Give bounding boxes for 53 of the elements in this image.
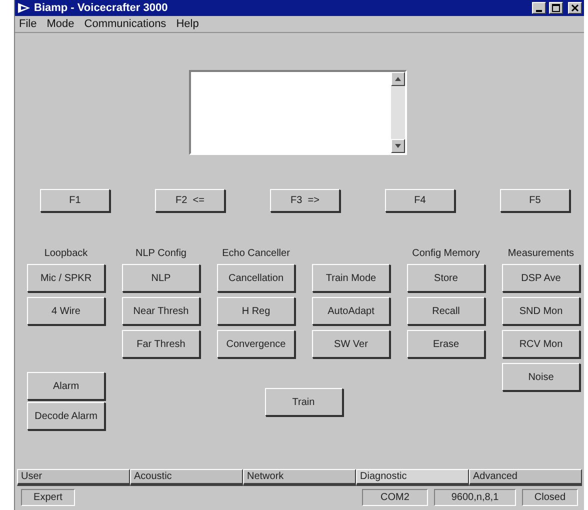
action-button[interactable]: Train Mode xyxy=(312,264,390,292)
menu-item[interactable]: Communications xyxy=(84,18,166,30)
tab[interactable]: Advanced xyxy=(469,469,582,486)
action-button[interactable]: Noise xyxy=(502,363,580,391)
window-title: Biamp - Voicecrafter 3000 xyxy=(34,2,169,14)
function-key-button[interactable]: F2 <= xyxy=(155,189,225,212)
function-key-button[interactable]: F1 xyxy=(40,189,110,212)
action-button[interactable]: AutoAdapt xyxy=(312,297,390,325)
function-key-button[interactable]: F4 xyxy=(385,189,455,212)
train-button[interactable]: Train xyxy=(264,388,342,416)
action-button[interactable]: SND Mon xyxy=(502,297,580,325)
action-button[interactable]: RCV Mon xyxy=(502,330,580,358)
group-label: Measurements xyxy=(506,248,576,259)
action-button[interactable]: Recall xyxy=(407,297,485,325)
action-button[interactable]: Convergence xyxy=(217,330,295,358)
scroll-down-icon[interactable] xyxy=(394,144,400,148)
function-key-button[interactable]: F3 => xyxy=(270,189,340,212)
port-status: COM2 xyxy=(362,489,428,506)
alarm-button[interactable]: Decode Alarm xyxy=(27,402,105,430)
tab[interactable]: User xyxy=(17,469,130,486)
scroll-up-icon[interactable] xyxy=(394,77,400,81)
scrollbar[interactable] xyxy=(390,72,404,153)
action-button[interactable]: SW Ver xyxy=(312,330,390,358)
menu-item[interactable]: File xyxy=(19,18,37,30)
connection-status: Closed xyxy=(522,489,578,506)
maximize-icon xyxy=(552,4,560,12)
minimize-button[interactable] xyxy=(532,2,546,14)
settings-status: 9600,n,8,1 xyxy=(434,489,516,506)
maximize-button[interactable] xyxy=(549,2,563,14)
function-key-button[interactable]: F5 xyxy=(500,189,570,212)
menu-item[interactable]: Help xyxy=(176,18,199,30)
tab[interactable]: Diagnostic xyxy=(356,469,469,486)
group-label: Config Memory xyxy=(411,248,481,259)
group-label: Loopback xyxy=(43,248,89,259)
action-button[interactable]: NLP xyxy=(122,264,200,292)
action-button[interactable]: DSP Ave xyxy=(502,264,580,292)
group-label: NLP Config xyxy=(134,248,188,259)
action-button[interactable]: Far Thresh xyxy=(122,330,200,358)
action-button[interactable]: H Reg xyxy=(217,297,295,325)
action-button[interactable]: Erase xyxy=(407,330,485,358)
menu-item[interactable]: Mode xyxy=(46,18,74,30)
action-button[interactable]: Cancellation xyxy=(217,264,295,292)
action-button[interactable]: Store xyxy=(407,264,485,292)
action-button[interactable]: 4 Wire xyxy=(27,297,105,325)
action-button[interactable]: Near Thresh xyxy=(122,297,200,325)
close-button[interactable] xyxy=(568,2,582,14)
close-icon xyxy=(571,4,579,12)
tab[interactable]: Acoustic xyxy=(130,469,243,486)
group-label: Echo Canceller xyxy=(221,248,291,259)
alarm-button[interactable]: Alarm xyxy=(27,372,105,400)
mode-status: Expert xyxy=(21,489,75,506)
action-button[interactable]: Mic / SPKR xyxy=(27,264,105,292)
tab[interactable]: Network xyxy=(243,469,356,486)
